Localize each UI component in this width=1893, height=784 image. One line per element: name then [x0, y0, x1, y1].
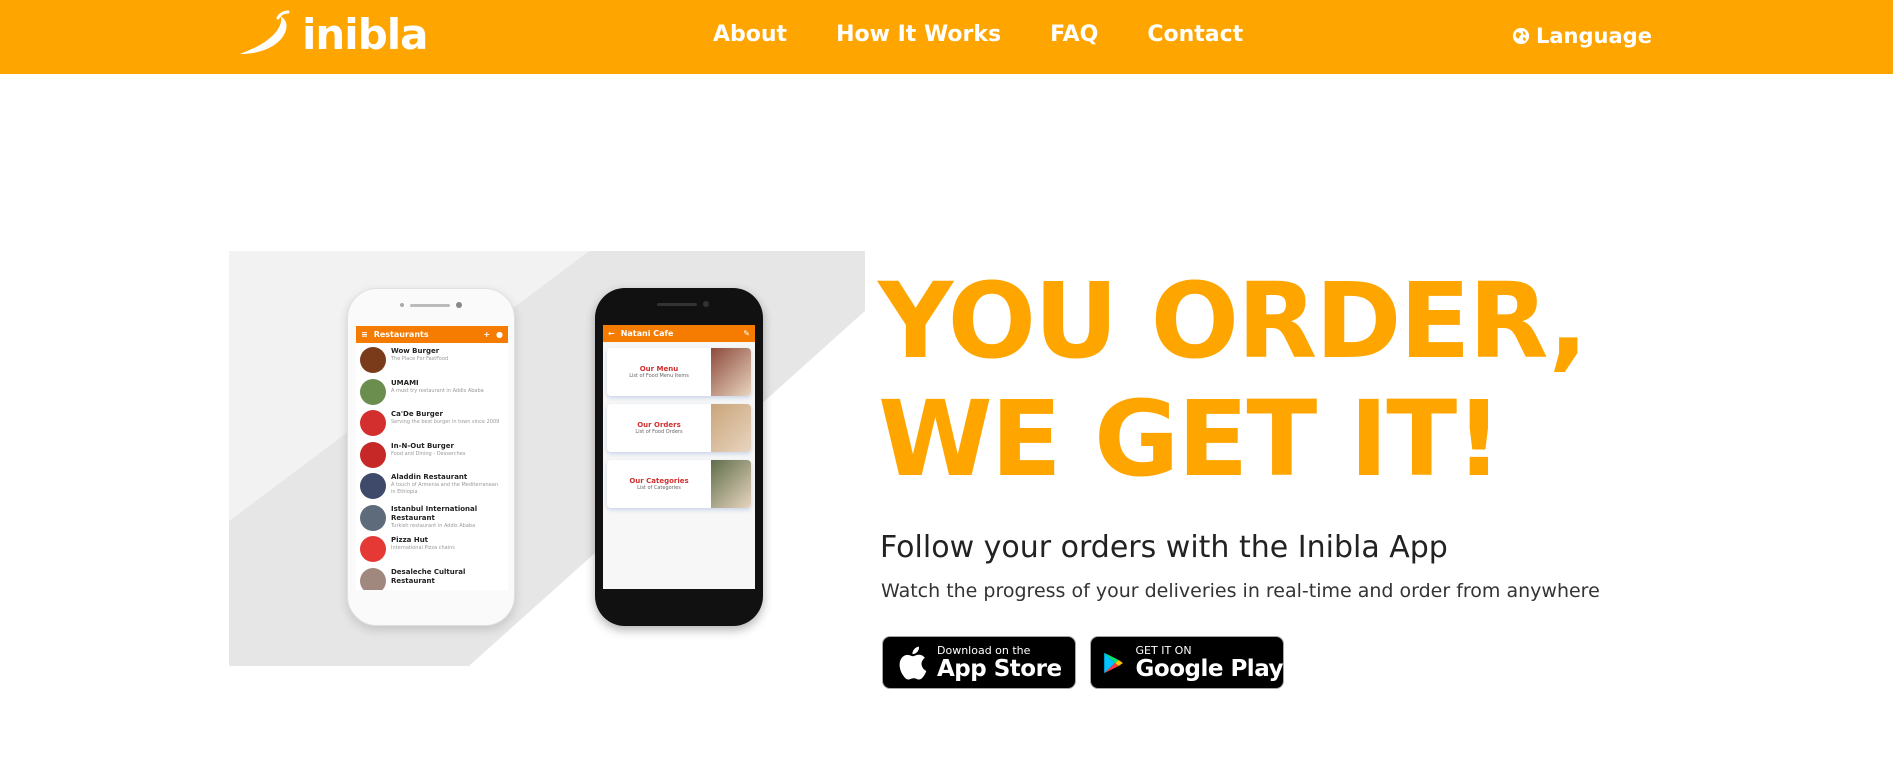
top-navbar: inibla About How It Works FAQ Contact La…: [0, 0, 1893, 74]
restaurant-list-item[interactable]: UMAMI A must try restaurant in Addis Abab…: [356, 375, 508, 407]
main-menu: About How It Works FAQ Contact: [713, 22, 1243, 47]
background-stripe: [229, 251, 865, 666]
restaurant-description: Turkish restaurant in Addis Ababa: [391, 522, 476, 529]
cafe-card[interactable]: Our Orders List of Food Orders: [607, 404, 751, 452]
phone-cafe: ← Natani Cafe ✎ Our Menu List of Food Men…: [595, 288, 763, 626]
language-selector[interactable]: Language: [1512, 24, 1652, 48]
cafe-card-subtitle: List of Food Menu Items: [629, 373, 689, 379]
cafe-card[interactable]: Our Menu List of Food Menu Items: [607, 348, 751, 396]
app-store-big-text: App Store: [937, 655, 1062, 682]
cafe-card-subtitle: List of Categories: [637, 485, 681, 491]
restaurant-description: Serving the best burger in town since 20…: [391, 419, 500, 425]
add-icon: +: [483, 330, 491, 339]
google-play-icon: [1104, 652, 1123, 673]
restaurant-name: Aladdin Restaurant: [391, 473, 468, 481]
edit-icon: ✎: [743, 329, 750, 338]
phone-screen: ← Natani Cafe ✎ Our Menu List of Food Men…: [603, 325, 755, 589]
cafe-card-image: [711, 404, 751, 452]
restaurant-name: Pizza Hut: [391, 536, 429, 544]
hero-headline: YOU ORDER, WE GET IT!: [878, 260, 1588, 500]
cafe-card-title: Our Menu: [639, 365, 679, 373]
restaurant-avatar: [360, 473, 386, 499]
restaurant-description: A must try restaurant in Addis Ababa: [391, 387, 484, 394]
language-label: Language: [1536, 24, 1652, 48]
restaurant-list-item[interactable]: Ca'De Burger Serving the best burger in t…: [356, 406, 508, 438]
restaurant-name: Desaleche Cultural Restaurant: [391, 567, 466, 585]
cafe-card-title: Our Categories: [629, 477, 689, 485]
cafe-card-image: [711, 460, 751, 508]
restaurant-avatar: [360, 567, 386, 590]
app-bar: ← Natani Cafe ✎: [603, 325, 755, 342]
nav-link-how-it-works[interactable]: How It Works: [836, 22, 1001, 47]
google-play-big-text: Google Play: [1135, 655, 1284, 682]
cafe-card-image: [711, 348, 751, 396]
hero-subtitle: Follow your orders with the Inibla App: [880, 530, 1448, 565]
back-arrow-icon: ←: [608, 329, 615, 338]
hero-description: Watch the progress of your deliveries in…: [881, 580, 1600, 602]
app-bar-title: Natani Cafe: [620, 329, 674, 338]
phone-restaurants: ≡ Restaurants + ● Wow Burger The Place Fo…: [347, 288, 515, 626]
app-preview-image: ≡ Restaurants + ● Wow Burger The Place Fo…: [229, 251, 865, 666]
globe-icon: [1512, 27, 1530, 45]
restaurant-avatar: [360, 536, 386, 562]
restaurant-list: Wow Burger The Place For FastFood UMAMI A m…: [356, 343, 508, 590]
restaurant-name: Ca'De Burger: [391, 410, 443, 418]
restaurant-avatar: [360, 410, 386, 436]
nav-link-contact[interactable]: Contact: [1147, 22, 1243, 47]
restaurant-list-item[interactable]: Aladdin Restaurant A touch of Armenia and…: [356, 469, 508, 501]
restaurant-name: In-N-Out Burger: [391, 441, 454, 450]
restaurant-list-item[interactable]: Istanbul International Restaurant Turkish…: [356, 501, 508, 533]
logo-text: inibla: [302, 9, 428, 59]
restaurant-avatar: [360, 441, 386, 468]
cafe-card-title: Our Orders: [637, 421, 681, 429]
nav-link-faq[interactable]: FAQ: [1050, 22, 1098, 47]
cafe-card-subtitle: List of Food Orders: [635, 429, 683, 435]
restaurant-description: A touch of Armenia and the Mediterranean…: [391, 482, 499, 495]
restaurant-list-item[interactable]: In-N-Out Burger Food and Dining - Desserc…: [356, 438, 508, 470]
apple-icon: [899, 646, 927, 680]
restaurant-list-item[interactable]: Wow Burger The Place For FastFood: [356, 343, 508, 375]
chili-logo-icon: [240, 10, 290, 54]
restaurant-avatar: [360, 378, 386, 405]
google-play-button[interactable]: GET IT ON Google Play: [1090, 636, 1284, 689]
cafe-card[interactable]: Our Categories List of Categories: [607, 460, 751, 508]
menu-icon: ≡: [361, 330, 368, 339]
restaurant-description: Food and Dining - Desserches: [391, 450, 466, 457]
restaurant-list-item[interactable]: Pizza Hut International Pizza chains: [356, 532, 508, 564]
restaurant-description: International Pizza chains: [391, 545, 455, 551]
restaurant-name: Wow Burger: [391, 347, 440, 355]
app-bar: ≡ Restaurants + ●: [356, 326, 508, 343]
app-store-button[interactable]: Download on the App Store: [882, 636, 1076, 689]
user-icon: ●: [496, 330, 503, 339]
app-bar-title: Restaurants: [373, 330, 429, 339]
logo-link[interactable]: inibla: [236, 9, 428, 59]
nav-link-about[interactable]: About: [713, 22, 787, 47]
restaurant-name: Istanbul International Restaurant: [391, 504, 478, 522]
restaurant-description: The Place For FastFood: [391, 356, 449, 362]
phone-screen: ≡ Restaurants + ● Wow Burger The Place Fo…: [356, 326, 508, 590]
restaurant-avatar: [360, 504, 386, 531]
restaurant-name: UMAMI: [391, 378, 419, 387]
restaurant-avatar: [360, 347, 386, 373]
headline-line-1: YOU ORDER,: [878, 260, 1588, 382]
restaurant-list-item[interactable]: Desaleche Cultural Restaurant: [356, 564, 508, 590]
cafe-card-list: Our Menu List of Food Menu Items Our Order…: [603, 348, 755, 508]
google-play-small-text: GET IT ON: [1135, 643, 1192, 657]
app-store-small-text: Download on the: [937, 643, 1031, 657]
headline-line-2: WE GET IT!: [878, 378, 1503, 500]
